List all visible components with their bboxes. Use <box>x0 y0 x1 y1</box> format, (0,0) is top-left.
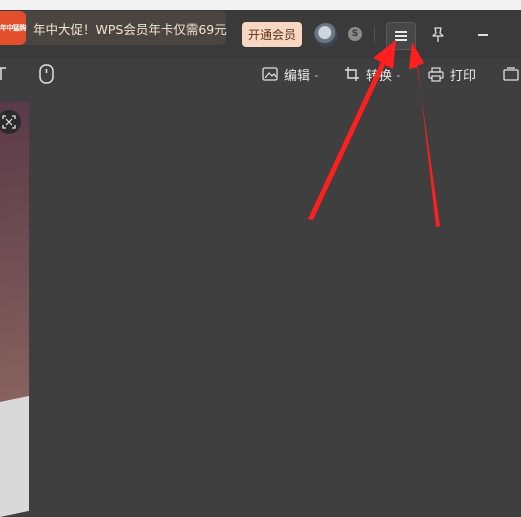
rotate-icon <box>345 67 359 81</box>
pin-icon[interactable] <box>431 27 445 43</box>
promo-badge: 年中猛购 <box>0 11 27 45</box>
avatar[interactable] <box>314 23 338 47</box>
edit-menu[interactable]: 编辑 ⌄ <box>262 64 320 84</box>
promo-text[interactable]: 年中大促！WPS会员年卡仅需69元 <box>33 19 227 38</box>
image-edit-icon <box>262 67 278 81</box>
convert-menu[interactable]: 转换 ⌄ <box>344 64 402 84</box>
edit-label: 编辑 <box>284 68 311 84</box>
hamburger-menu-button[interactable] <box>386 22 416 50</box>
sync-icon[interactable]: S <box>348 27 362 41</box>
thumbnail-panel <box>0 102 29 517</box>
chevron-down-icon: ⌄ <box>395 69 402 79</box>
divider <box>374 27 375 43</box>
partial-toolbar-icon[interactable] <box>0 66 8 82</box>
print-button[interactable]: 打印 <box>428 64 476 84</box>
promo-banner[interactable]: 年中猛购 年中大促！WPS会员年卡仅需69元 <box>0 11 227 45</box>
mouse-icon[interactable] <box>38 64 56 84</box>
chevron-down-icon: ⌄ <box>313 69 320 79</box>
printer-icon <box>428 66 444 82</box>
hamburger-menu-icon <box>395 31 407 41</box>
screen-top-strip <box>0 0 521 10</box>
vip-button[interactable]: 开通会员 <box>242 22 302 47</box>
print-label: 打印 <box>450 68 477 84</box>
minimize-icon[interactable] <box>478 34 488 36</box>
document-preview <box>0 395 29 517</box>
more-tool-icon[interactable] <box>503 66 519 82</box>
convert-label: 转换 <box>366 68 393 84</box>
